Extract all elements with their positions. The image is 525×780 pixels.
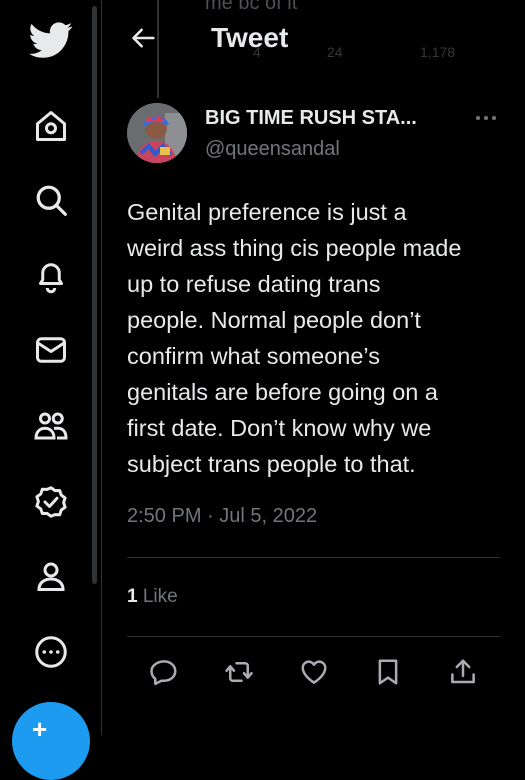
retweet-icon[interactable] bbox=[219, 652, 259, 692]
back-arrow-icon[interactable] bbox=[130, 24, 158, 52]
divider bbox=[127, 557, 500, 558]
twitter-logo-icon[interactable] bbox=[26, 15, 76, 65]
notifications-icon[interactable] bbox=[26, 251, 76, 301]
divider bbox=[127, 636, 500, 637]
avatar[interactable] bbox=[127, 103, 187, 163]
tweet-text-line: weird ass thing cis people made bbox=[127, 235, 462, 261]
bookmark-icon[interactable] bbox=[368, 652, 408, 692]
search-icon[interactable] bbox=[26, 175, 76, 225]
author-handle[interactable]: @queensandal bbox=[205, 138, 340, 161]
author-name[interactable]: BIG TIME RUSH STA... bbox=[205, 107, 417, 130]
tweet-actions bbox=[127, 652, 500, 692]
scrollbar[interactable] bbox=[92, 6, 97, 584]
tweet-text-line: Genital preference is just a bbox=[127, 199, 407, 225]
share-icon[interactable] bbox=[443, 652, 483, 692]
tweet-text-line: genitals are before going on a bbox=[127, 379, 438, 405]
nav-divider bbox=[101, 0, 102, 735]
tweet-text-line: first date. Don’t know why we bbox=[127, 415, 432, 441]
profile-icon[interactable] bbox=[26, 551, 76, 601]
like-label: Like bbox=[142, 586, 178, 607]
tweet-text-line: people. Normal people don’t bbox=[127, 307, 421, 333]
tweet-timestamp[interactable]: 2:50 PM · Jul 5, 2022 bbox=[127, 505, 317, 528]
tweet-text-line: subject trans people to that. bbox=[127, 451, 416, 477]
messages-icon[interactable] bbox=[26, 325, 76, 375]
likes-stat[interactable]: 1 Like bbox=[127, 586, 178, 608]
side-nav: + bbox=[0, 0, 100, 780]
like-heart-icon[interactable] bbox=[294, 652, 334, 692]
verified-icon[interactable] bbox=[26, 477, 76, 527]
tweet-text-line: confirm what someone’s bbox=[127, 343, 380, 369]
reply-icon[interactable] bbox=[144, 652, 184, 692]
home-icon[interactable] bbox=[26, 101, 76, 151]
tweet-text-line: up to refuse dating trans bbox=[127, 271, 381, 297]
compose-icon: + bbox=[32, 714, 48, 744]
more-options-icon[interactable] bbox=[470, 106, 502, 130]
page-title: Tweet bbox=[211, 22, 289, 53]
like-count: 1 bbox=[127, 586, 138, 607]
more-icon[interactable] bbox=[26, 627, 76, 677]
tweet-header: Tweet bbox=[102, 0, 525, 78]
communities-icon[interactable] bbox=[26, 401, 76, 451]
compose-tweet-button[interactable]: + bbox=[12, 702, 90, 780]
tweet-text: Genital preference is just a weird ass t… bbox=[127, 194, 507, 482]
